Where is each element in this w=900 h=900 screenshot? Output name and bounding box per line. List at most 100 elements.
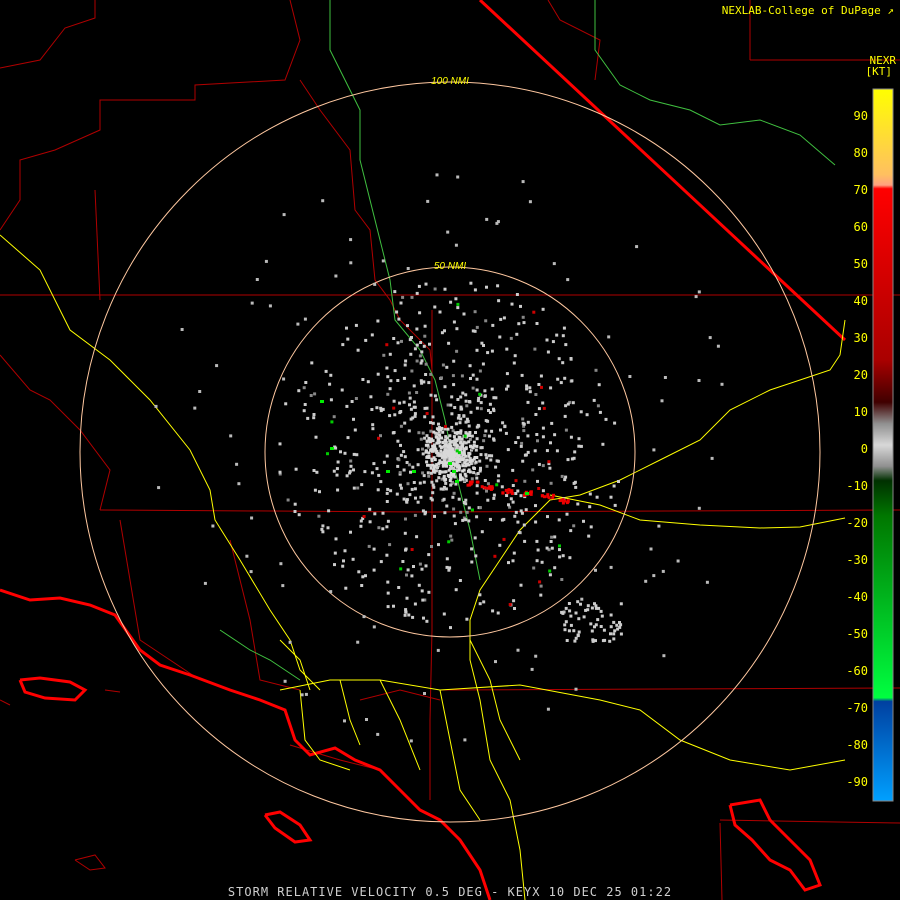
radar-return-pixel bbox=[406, 568, 410, 572]
nexlab-credit[interactable]: NEXLAB-College of DuPage ↗ bbox=[722, 4, 894, 17]
radar-return-pixel bbox=[475, 437, 479, 441]
radar-return-pixel bbox=[676, 559, 680, 563]
radar-return-pixel bbox=[330, 447, 334, 450]
radar-return-pixel bbox=[359, 519, 363, 523]
radar-return-pixel bbox=[385, 500, 389, 503]
radar-return-pixel bbox=[511, 500, 515, 504]
radar-return-pixel bbox=[485, 489, 488, 493]
radar-return-pixel bbox=[345, 474, 349, 478]
radar-return-pixel bbox=[419, 437, 423, 441]
radar-return-pixel bbox=[422, 344, 426, 348]
radar-return-pixel bbox=[507, 561, 510, 565]
radar-return-pixel bbox=[566, 499, 570, 503]
radar-return-pixel bbox=[329, 398, 333, 402]
radar-return-pixel bbox=[406, 324, 409, 328]
radar-return-pixel bbox=[397, 317, 401, 321]
radar-return-pixel bbox=[618, 621, 621, 624]
radar-return-pixel bbox=[398, 483, 402, 487]
scale-tick-label: -10 bbox=[846, 479, 868, 493]
radar-return-pixel bbox=[415, 343, 419, 347]
radar-return-pixel bbox=[304, 381, 308, 384]
radar-return-pixel bbox=[343, 451, 347, 455]
radar-return-pixel bbox=[351, 557, 355, 561]
radar-return-pixel bbox=[452, 507, 456, 511]
radar-return-pixel bbox=[426, 471, 430, 475]
radar-return-pixel bbox=[478, 506, 482, 510]
radar-return-pixel bbox=[474, 431, 477, 434]
radar-return-pixel bbox=[563, 414, 567, 418]
radar-return-pixel bbox=[470, 458, 474, 462]
radar-return-pixel bbox=[523, 539, 527, 543]
radar-return-pixel bbox=[489, 458, 493, 462]
radar-return-pixel bbox=[193, 406, 197, 410]
radar-return-pixel bbox=[534, 654, 538, 658]
radar-return-pixel bbox=[494, 465, 498, 469]
radar-return-pixel bbox=[336, 460, 340, 464]
radar-return-pixel bbox=[519, 304, 522, 308]
radar-return-pixel bbox=[480, 530, 484, 534]
radar-return-pixel bbox=[379, 480, 383, 484]
radar-return-pixel bbox=[288, 640, 292, 644]
radar-return-pixel bbox=[546, 494, 550, 498]
radar-return-pixel bbox=[286, 498, 290, 502]
radar-return-pixel bbox=[506, 384, 510, 388]
radar-return-pixel bbox=[368, 520, 372, 524]
radar-return-pixel bbox=[593, 602, 596, 606]
radar-return-pixel bbox=[471, 508, 474, 512]
radar-return-pixel bbox=[310, 361, 314, 365]
radar-return-pixel bbox=[443, 385, 447, 389]
radar-return-pixel bbox=[413, 412, 417, 416]
radar-return-pixel bbox=[475, 388, 479, 392]
radar-map: 100 NMI 50 NMI bbox=[0, 0, 900, 900]
radar-return-pixel bbox=[430, 447, 434, 451]
radar-return-pixel bbox=[421, 471, 425, 475]
radar-return-pixel bbox=[564, 606, 568, 610]
radar-return-pixel bbox=[420, 350, 424, 354]
radar-return-pixel bbox=[342, 559, 345, 563]
radar-return-pixel bbox=[312, 469, 316, 472]
radar-return-pixel bbox=[545, 338, 549, 342]
radar-return-pixel bbox=[403, 613, 407, 617]
radar-return-pixel bbox=[451, 495, 455, 499]
radar-return-pixel bbox=[418, 354, 422, 358]
radar-return-pixel bbox=[697, 379, 701, 382]
radar-return-pixel bbox=[450, 412, 454, 416]
radar-return-pixel bbox=[522, 321, 526, 325]
radar-return-pixel bbox=[449, 452, 453, 456]
radar-return-pixel bbox=[582, 615, 586, 619]
radar-return-pixel bbox=[449, 403, 453, 407]
radar-return-pixel bbox=[438, 472, 442, 475]
radar-return-pixel bbox=[431, 444, 435, 448]
radar-return-pixel bbox=[420, 567, 424, 571]
radar-return-pixel bbox=[467, 506, 471, 510]
radar-return-pixel bbox=[388, 543, 392, 547]
radar-return-pixel bbox=[235, 462, 239, 466]
radar-return-pixel bbox=[486, 482, 490, 486]
radar-return-pixel bbox=[529, 490, 533, 494]
radar-return-pixel bbox=[372, 568, 376, 572]
radar-return-pixel bbox=[494, 396, 498, 400]
radar-return-pixel bbox=[618, 625, 622, 629]
radar-return-pixel bbox=[459, 510, 463, 514]
radar-return-pixel bbox=[478, 392, 482, 396]
radar-return-pixel bbox=[445, 557, 449, 561]
radar-return-pixel bbox=[720, 382, 724, 386]
radar-return-pixel bbox=[467, 424, 471, 428]
radar-return-pixel bbox=[459, 395, 463, 399]
ring-label-50: 50 NMI bbox=[434, 261, 466, 272]
radar-return-pixel bbox=[354, 323, 358, 327]
radar-return-pixel bbox=[472, 444, 476, 448]
radar-return-pixel bbox=[526, 420, 530, 424]
radar-return-pixel bbox=[293, 502, 297, 506]
radar-return-pixel bbox=[157, 486, 161, 490]
radar-return-pixel bbox=[601, 442, 605, 446]
radar-return-pixel bbox=[508, 603, 512, 606]
radar-return-pixel bbox=[300, 693, 304, 697]
radar-return-pixel bbox=[479, 453, 483, 457]
radar-return-pixel bbox=[427, 451, 431, 455]
radar-return-pixel bbox=[344, 586, 348, 590]
radar-return-pixel bbox=[404, 517, 407, 521]
radar-return-pixel bbox=[379, 560, 383, 564]
radar-return-pixel bbox=[430, 437, 433, 441]
radar-return-pixel bbox=[385, 491, 389, 495]
